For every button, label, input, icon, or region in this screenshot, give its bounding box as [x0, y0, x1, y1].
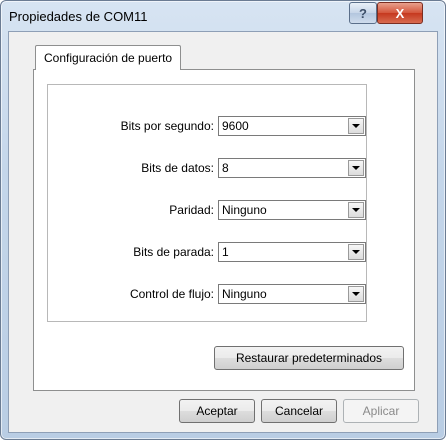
settings-group: Bits por segundo: 9600 Bits de datos: 8 … — [47, 84, 367, 322]
data-bits-row: Bits de datos: 8 — [48, 158, 368, 178]
title-bar[interactable]: Propiedades de COM11 ? X — [1, 1, 445, 31]
tab-port-settings[interactable]: Configuración de puerto — [35, 45, 182, 70]
flow-control-select[interactable]: Ninguno — [218, 284, 366, 304]
flow-control-row: Control de flujo: Ninguno — [48, 284, 368, 304]
bits-per-second-value: 9600 — [222, 119, 249, 133]
parity-label: Paridad: — [169, 203, 214, 217]
bits-per-second-label: Bits por segundo: — [120, 119, 214, 133]
chevron-down-icon[interactable] — [348, 160, 364, 176]
data-bits-select[interactable]: 8 — [218, 158, 366, 178]
stop-bits-row: Bits de parada: 1 — [48, 242, 368, 262]
ok-button[interactable]: Aceptar — [179, 399, 255, 423]
chevron-down-icon[interactable] — [348, 118, 364, 134]
dialog-client-area: Configuración de puerto Bits por segundo… — [8, 31, 438, 433]
bits-per-second-select[interactable]: 9600 — [218, 116, 366, 136]
cancel-button[interactable]: Cancelar — [261, 399, 337, 423]
tab-label: Configuración de puerto — [44, 51, 173, 65]
apply-button[interactable]: Aplicar — [343, 399, 419, 423]
restore-defaults-button[interactable]: Restaurar predeterminados — [214, 346, 404, 370]
stop-bits-value: 1 — [222, 245, 229, 259]
chevron-down-icon[interactable] — [348, 202, 364, 218]
help-icon: ? — [359, 5, 367, 21]
window-title: Propiedades de COM11 — [9, 9, 148, 24]
chevron-down-icon[interactable] — [348, 244, 364, 260]
data-bits-value: 8 — [222, 161, 229, 175]
stop-bits-label: Bits de parada: — [133, 245, 214, 259]
chevron-down-icon[interactable] — [348, 286, 364, 302]
stop-bits-select[interactable]: 1 — [218, 242, 366, 262]
properties-dialog: Propiedades de COM11 ? X Configuración d… — [0, 0, 446, 440]
parity-select[interactable]: Ninguno — [218, 200, 366, 220]
flow-control-value: Ninguno — [222, 287, 267, 301]
close-button[interactable]: X — [377, 2, 423, 24]
parity-row: Paridad: Ninguno — [48, 200, 368, 220]
flow-control-label: Control de flujo: — [129, 287, 214, 301]
parity-value: Ninguno — [222, 203, 267, 217]
bits-per-second-row: Bits por segundo: 9600 — [48, 116, 368, 136]
data-bits-label: Bits de datos: — [141, 161, 214, 175]
help-button[interactable]: ? — [349, 2, 377, 24]
close-icon: X — [395, 5, 405, 21]
